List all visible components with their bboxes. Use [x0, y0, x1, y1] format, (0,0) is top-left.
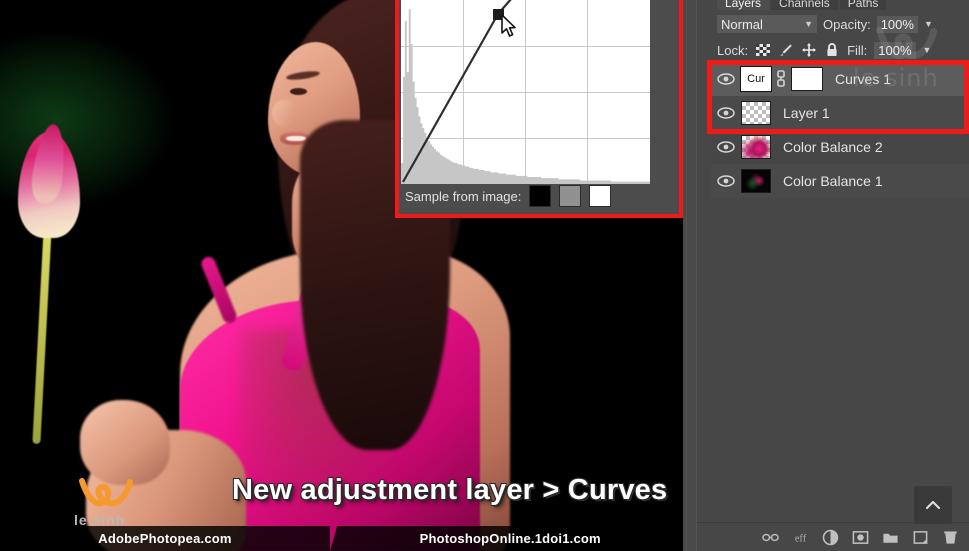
le-sinh-mark-icon: [79, 478, 133, 507]
gray-point-swatch[interactable]: [559, 185, 582, 207]
layer-list: Cur Curves 1 Layer 1 Color Balance 2 Col…: [711, 62, 969, 198]
subject-teeth: [286, 136, 306, 141]
layer-row-curves-1[interactable]: Cur Curves 1: [711, 62, 969, 96]
all-lock-icon[interactable]: [824, 42, 840, 58]
blend-mode-select[interactable]: Normal ▼: [717, 15, 817, 33]
new-group-icon[interactable]: [882, 529, 899, 546]
layer-row-color-balance-2[interactable]: Color Balance 2: [711, 130, 969, 164]
delete-layer-icon[interactable]: [942, 529, 959, 546]
curve-line[interactable]: [401, 0, 650, 184]
panel-tab-bar: Layers Channels Paths: [697, 0, 969, 10]
thumbnail-image: [742, 170, 770, 192]
layers-panel: Layers Channels Paths Normal ▼ Opacity: …: [697, 0, 969, 551]
eye-visibility-icon[interactable]: [717, 140, 735, 154]
watermark-mark-icon: [876, 26, 938, 59]
layer-mask-thumbnail[interactable]: [791, 67, 823, 91]
add-mask-icon[interactable]: [852, 529, 869, 546]
curves-adjustment-dialog[interactable]: Sample from image:: [395, 0, 683, 218]
layer-name: Color Balance 2: [783, 139, 883, 155]
white-point-swatch[interactable]: [589, 185, 612, 207]
lock-label: Lock:: [717, 42, 749, 58]
footer-right-bar: PhotoshopOnline.1doi1.com: [330, 526, 683, 551]
layers-panel-toolbar: eff: [697, 523, 969, 551]
svg-text:eff: eff: [795, 533, 807, 544]
layer-name: Layer 1: [783, 105, 830, 121]
tab-paths[interactable]: Paths: [839, 0, 887, 10]
footer-url-bars: AdobePhotopea.com PhotoshopOnline.1doi1.…: [0, 526, 683, 551]
subject-eye: [290, 88, 307, 95]
black-point-swatch[interactable]: [529, 185, 552, 207]
layer-name: Color Balance 1: [783, 173, 883, 189]
tutorial-caption: New adjustment layer > Curves: [232, 474, 668, 506]
layer-thumbnail-transparent[interactable]: [741, 101, 771, 125]
fill-label: Fill:: [847, 42, 868, 58]
layer-thumbnail-text: Cur: [743, 69, 769, 89]
sample-from-image-label: Sample from image:: [405, 188, 522, 204]
layer-thumbnail-curves[interactable]: Cur: [740, 66, 772, 92]
eye-visibility-icon[interactable]: [717, 106, 735, 120]
subject-hand: [80, 400, 170, 485]
mask-link-icon[interactable]: [777, 68, 785, 90]
curves-graph[interactable]: [401, 0, 650, 184]
opacity-label: Opacity:: [823, 16, 871, 32]
layer-row-color-balance-1[interactable]: Color Balance 1: [711, 164, 969, 198]
chevron-down-icon: ▼: [804, 19, 813, 29]
eye-visibility-icon[interactable]: [717, 174, 735, 188]
new-adjustment-layer-icon[interactable]: [822, 529, 839, 546]
eye-visibility-icon[interactable]: [717, 72, 735, 86]
layer-thumbnail-dark[interactable]: [741, 169, 771, 193]
layer-effects-icon[interactable]: eff: [792, 529, 809, 546]
brush-lock-icon[interactable]: [778, 42, 794, 58]
layer-row-layer-1[interactable]: Layer 1: [711, 96, 969, 130]
tab-channels[interactable]: Channels: [771, 0, 838, 10]
footer-right-text: PhotoshopOnline.1doi1.com: [419, 531, 601, 546]
transparency-checker: [742, 102, 770, 124]
move-lock-icon[interactable]: [801, 42, 817, 58]
link-layers-icon[interactable]: [762, 529, 779, 546]
blend-mode-value: Normal: [721, 16, 763, 32]
tab-layers[interactable]: Layers: [717, 0, 770, 10]
layer-thumbnail-photo[interactable]: [741, 135, 771, 159]
le-sinh-logo: le sinh: [72, 478, 148, 528]
thumbnail-image: [742, 136, 770, 158]
transparency-lock-icon[interactable]: [755, 42, 771, 58]
mouse-cursor-icon: [501, 14, 516, 37]
footer-left-bar: AdobePhotopea.com: [0, 526, 330, 551]
workspace-seam-left: [686, 0, 687, 551]
scroll-to-top-button[interactable]: [914, 486, 952, 524]
layer-name: Curves 1: [835, 71, 892, 87]
chevron-up-icon: [925, 500, 941, 510]
new-layer-icon[interactable]: [912, 529, 929, 546]
footer-left-text: AdobePhotopea.com: [98, 531, 232, 546]
sample-from-image-row: Sample from image:: [401, 183, 612, 209]
subject-nose: [272, 100, 294, 126]
photopea-window: le sinh New adjustment layer > Curves Ad…: [0, 0, 969, 551]
